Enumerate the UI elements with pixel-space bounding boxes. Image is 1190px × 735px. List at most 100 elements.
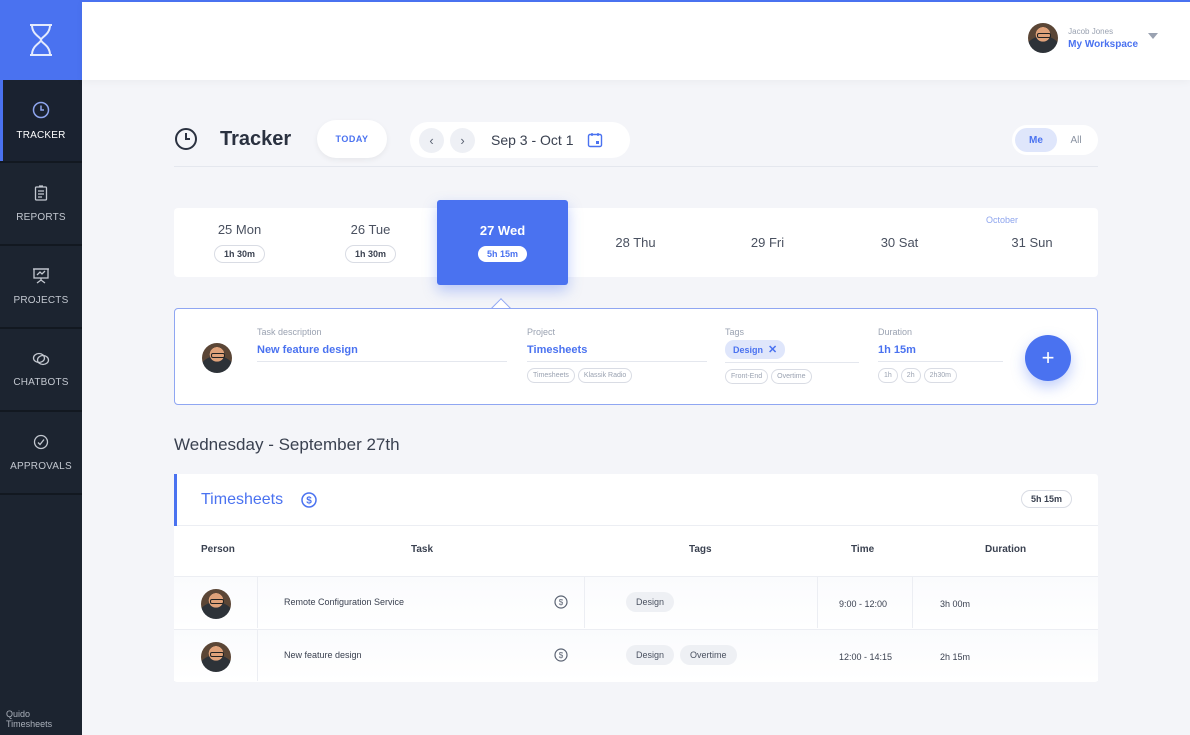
billable-dollar-icon: $ xyxy=(301,492,317,508)
day-label: 30 Sat xyxy=(880,235,919,250)
day-total-badge: 1h 30m xyxy=(344,245,397,263)
hourglass-logo-icon[interactable] xyxy=(0,0,82,80)
duration-input[interactable]: 1h 15m xyxy=(878,344,1003,362)
avatar xyxy=(201,589,231,619)
chevron-down-icon[interactable] xyxy=(1148,33,1158,39)
project-suggestion-chip[interactable]: Timesheets xyxy=(527,368,575,383)
day-tab[interactable]: 30 Sat xyxy=(834,208,965,277)
hourglass-icon xyxy=(30,24,52,56)
scope-toggle: Me All xyxy=(1012,125,1098,155)
tags-label: Tags xyxy=(725,327,745,337)
day-tab[interactable]: 25 Mon 1h 30m xyxy=(174,208,305,277)
tags-input[interactable]: Design ✕ xyxy=(725,340,859,363)
prev-week-button[interactable]: ‹ xyxy=(419,127,444,153)
me-toggle-button[interactable]: Me xyxy=(1015,128,1057,152)
day-tab-selected[interactable]: 27 Wed 5h 15m xyxy=(437,200,568,285)
today-button[interactable]: TODAY xyxy=(317,120,387,158)
duration-suggestion-chip[interactable]: 2h xyxy=(900,368,921,383)
avatar xyxy=(201,642,231,672)
date-range-label: Sep 3 - Oct 1 xyxy=(491,132,574,148)
timesheets-card: Timesheets $ 5h 15m Person Task Tags Tim… xyxy=(174,474,1098,682)
page-title: Tracker xyxy=(220,128,292,150)
duration-field: Duration 1h 15m 1h 2h 2h30m xyxy=(878,327,1003,383)
column-header-person: Person xyxy=(201,544,235,555)
workspace-name: My Workspace xyxy=(1068,38,1138,50)
row-tag: Design xyxy=(626,592,675,612)
avatar xyxy=(1028,23,1059,53)
column-header-tags: Tags xyxy=(689,544,712,555)
sidebar-item-reports[interactable]: REPORTS xyxy=(0,163,82,246)
project-input[interactable]: Timesheets xyxy=(527,344,707,362)
project-suggestion-chip[interactable]: Klassik Radio xyxy=(577,368,633,383)
clock-icon xyxy=(32,101,50,118)
tag-suggestion-chip[interactable]: Front-End xyxy=(725,369,769,384)
calendar-icon[interactable] xyxy=(587,132,603,148)
sidebar-item-tracker[interactable]: TRACKER xyxy=(0,80,82,163)
user-menu[interactable]: Jacob Jones My Workspace xyxy=(1028,23,1158,53)
tag-chip-label: Design xyxy=(733,344,764,355)
tracker-toolbar: Tracker TODAY ‹ › Sep 3 - Oct 1 Me All xyxy=(174,120,1098,167)
column-header-time: Time xyxy=(851,544,875,555)
sidebar-item-label: PROJECTS xyxy=(13,295,69,306)
week-day-strip: 25 Mon 1h 30m 26 Tue 1h 30m 27 Wed 5h 15… xyxy=(174,200,1098,285)
task-field: Task description New feature design xyxy=(257,327,507,362)
day-label: 28 Thu xyxy=(615,235,656,250)
sidebar-item-projects[interactable]: PROJECTS xyxy=(0,246,82,329)
duration-suggestion-chip[interactable]: 2h30m xyxy=(923,368,957,383)
presentation-icon xyxy=(33,268,49,284)
day-total-badge: 1h 30m xyxy=(213,245,266,263)
day-label: 25 Mon xyxy=(217,222,262,237)
project-header: Timesheets $ 5h 15m xyxy=(174,474,1098,526)
day-tab[interactable]: 28 Thu xyxy=(570,208,701,277)
day-label: 31 Sun xyxy=(1011,235,1053,250)
chat-icon xyxy=(32,352,50,365)
row-task: Remote Configuration Service xyxy=(284,597,405,607)
new-entry-form: Task description New feature design Proj… xyxy=(174,308,1098,405)
project-title[interactable]: Timesheets xyxy=(201,491,283,509)
tags-field: Tags Design ✕ Front-End Overtime xyxy=(725,327,859,384)
svg-text:$: $ xyxy=(559,651,564,660)
billable-dollar-icon[interactable]: $ xyxy=(554,595,568,609)
day-label: 26 Tue xyxy=(350,222,391,237)
column-header-task: Task xyxy=(411,544,434,555)
task-input[interactable]: New feature design xyxy=(257,344,507,362)
sidebar-item-label: APPROVALS xyxy=(10,460,72,472)
sidebar-item-chatbots[interactable]: CHATBOTS xyxy=(0,329,82,412)
app-name-line2: Timesheets xyxy=(6,719,53,729)
project-total-badge: 5h 15m xyxy=(1020,490,1072,508)
avatar xyxy=(202,343,232,373)
day-tab[interactable]: 26 Tue 1h 30m xyxy=(305,208,436,277)
date-range-navigator: ‹ › Sep 3 - Oct 1 xyxy=(410,122,630,158)
app-name: Quido Timesheets xyxy=(0,709,82,729)
day-tab[interactable]: 29 Fri xyxy=(702,208,833,277)
all-toggle-button[interactable]: All xyxy=(1057,128,1095,152)
sidebar-item-label: REPORTS xyxy=(16,211,66,223)
row-duration: 2h 15m xyxy=(940,652,971,662)
sidebar-item-approvals[interactable]: APPROVALS xyxy=(0,412,82,495)
project-label: Project xyxy=(527,327,556,337)
row-task: New feature design xyxy=(284,650,362,660)
add-entry-button[interactable]: + xyxy=(1025,335,1071,381)
accent-bar xyxy=(174,474,177,526)
tag-suggestion-chip[interactable]: Overtime xyxy=(771,369,812,384)
day-heading: Wednesday - September 27th xyxy=(174,435,400,454)
close-icon[interactable]: ✕ xyxy=(768,343,777,356)
column-header-duration: Duration xyxy=(985,544,1027,555)
sidebar: TRACKER REPORTS PROJECTS CHATBOTS APPROV… xyxy=(0,0,82,735)
sidebar-item-label: TRACKER xyxy=(16,129,66,141)
billable-dollar-icon[interactable]: $ xyxy=(554,648,568,662)
next-week-button[interactable]: › xyxy=(450,127,475,153)
row-duration: 3h 00m xyxy=(940,599,971,609)
duration-label: Duration xyxy=(878,327,913,337)
month-label: October xyxy=(985,215,1018,225)
row-time: 9:00 - 12:00 xyxy=(839,599,888,609)
table-row[interactable]: Remote Configuration Service $ Design 9:… xyxy=(174,576,1098,628)
day-total-badge: 5h 15m xyxy=(477,246,528,262)
project-field: Project Timesheets Timesheets Klassik Ra… xyxy=(527,327,707,383)
row-tag: Design xyxy=(626,645,675,665)
row-time: 12:00 - 14:15 xyxy=(839,652,893,662)
table-row[interactable]: New feature design $ Design Overtime 12:… xyxy=(174,629,1098,681)
svg-text:$: $ xyxy=(306,496,312,507)
check-circle-icon xyxy=(33,434,49,449)
duration-suggestion-chip[interactable]: 1h xyxy=(878,368,898,383)
